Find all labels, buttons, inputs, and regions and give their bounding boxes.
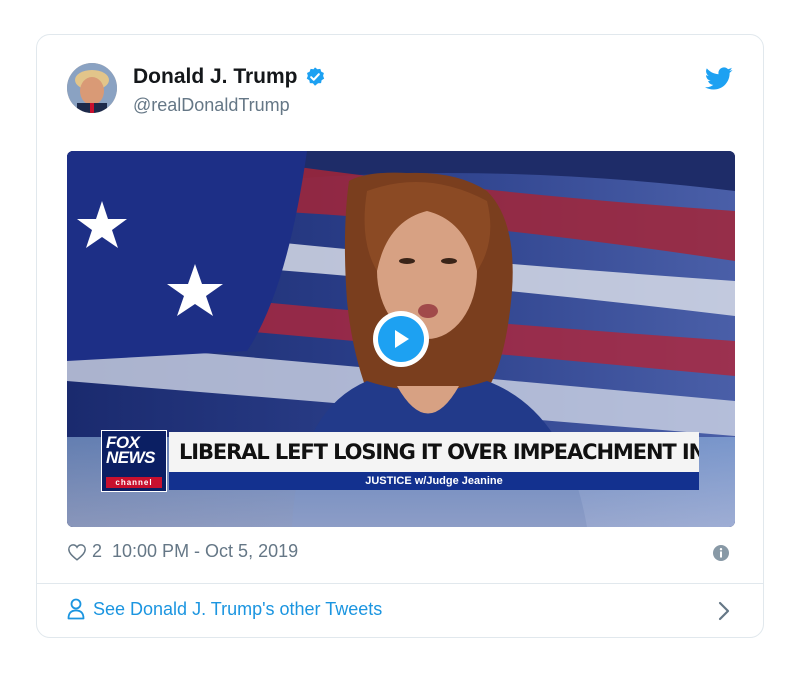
chyron-show-name: JUSTICE w/Judge Jeanine [169,472,699,490]
chevron-right-icon[interactable] [717,600,731,622]
play-icon [395,330,409,348]
logo-line-news: NEWS [106,448,156,467]
other-tweets-label: See Donald J. Trump's other Tweets [93,598,383,619]
other-tweets-link[interactable]: See Donald J. Trump's other Tweets [67,598,382,620]
author-avatar[interactable] [67,63,117,113]
author-name[interactable]: Donald J. Trump [133,65,298,89]
video-player[interactable]: FOX NEWS channel LIBERAL LEFT LOSING IT … [67,151,735,527]
footer-divider [37,583,763,584]
author-handle[interactable]: @realDonaldTrump [133,95,290,116]
like-count: 2 [92,541,103,561]
twitter-bird-icon[interactable] [705,67,733,91]
verified-badge-icon [306,67,324,86]
logo-channel: channel [106,477,162,488]
chyron-headline: LIBERAL LEFT LOSING IT OVER IMPEACHMENT … [169,432,699,472]
news-chyron: FOX NEWS channel LIBERAL LEFT LOSING IT … [101,430,699,494]
play-button[interactable] [373,311,429,367]
tweet-meta: 2 10:00 PM - Oct 5, 2019 [67,541,298,562]
like-action[interactable]: 2 [67,541,102,562]
embedded-tweet-card: Donald J. Trump @realDonaldTrump FOX NEW… [36,34,764,638]
person-icon [67,598,85,620]
heart-icon [68,543,86,561]
fox-news-logo: FOX NEWS channel [101,430,167,492]
tweet-timestamp[interactable]: 10:00 PM - Oct 5, 2019 [112,541,298,562]
info-icon[interactable] [713,545,729,561]
